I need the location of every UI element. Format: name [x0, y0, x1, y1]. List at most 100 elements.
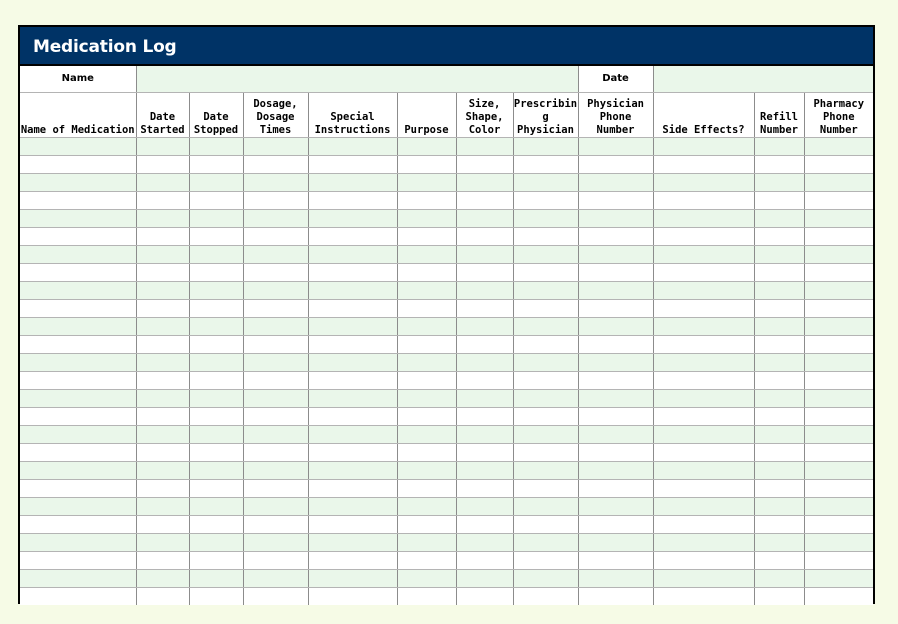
cell-refill-number[interactable] — [754, 497, 805, 516]
cell-name-of-medication[interactable] — [20, 389, 137, 408]
cell-refill-number[interactable] — [754, 479, 805, 498]
cell-size-shape-color[interactable] — [456, 137, 514, 156]
cell-special-instructions[interactable] — [308, 281, 398, 300]
cell-physician-phone[interactable] — [578, 515, 654, 534]
cell-dosage-times[interactable] — [243, 515, 309, 534]
cell-side-effects[interactable] — [653, 479, 755, 498]
cell-date-started[interactable] — [136, 587, 190, 605]
cell-name-of-medication[interactable] — [20, 461, 137, 480]
cell-purpose[interactable] — [397, 281, 457, 300]
cell-name-of-medication[interactable] — [20, 245, 137, 264]
cell-physician-phone[interactable] — [578, 317, 654, 336]
cell-purpose[interactable] — [397, 353, 457, 372]
cell-side-effects[interactable] — [653, 245, 755, 264]
cell-prescribing-physician[interactable] — [513, 155, 579, 174]
cell-special-instructions[interactable] — [308, 137, 398, 156]
cell-prescribing-physician[interactable] — [513, 443, 579, 462]
cell-name-of-medication[interactable] — [20, 551, 137, 570]
cell-date-started[interactable] — [136, 443, 190, 462]
cell-pharmacy-phone[interactable] — [804, 425, 874, 444]
cell-side-effects[interactable] — [653, 191, 755, 210]
cell-size-shape-color[interactable] — [456, 551, 514, 570]
cell-special-instructions[interactable] — [308, 353, 398, 372]
cell-purpose[interactable] — [397, 569, 457, 588]
cell-pharmacy-phone[interactable] — [804, 209, 874, 228]
cell-name-of-medication[interactable] — [20, 173, 137, 192]
cell-prescribing-physician[interactable] — [513, 389, 579, 408]
cell-prescribing-physician[interactable] — [513, 317, 579, 336]
cell-refill-number[interactable] — [754, 551, 805, 570]
cell-special-instructions[interactable] — [308, 407, 398, 426]
cell-physician-phone[interactable] — [578, 479, 654, 498]
cell-date-started[interactable] — [136, 299, 190, 318]
cell-prescribing-physician[interactable] — [513, 461, 579, 480]
cell-size-shape-color[interactable] — [456, 155, 514, 174]
cell-physician-phone[interactable] — [578, 533, 654, 552]
cell-physician-phone[interactable] — [578, 461, 654, 480]
cell-purpose[interactable] — [397, 245, 457, 264]
cell-side-effects[interactable] — [653, 335, 755, 354]
cell-name-of-medication[interactable] — [20, 515, 137, 534]
cell-side-effects[interactable] — [653, 425, 755, 444]
cell-purpose[interactable] — [397, 155, 457, 174]
cell-purpose[interactable] — [397, 497, 457, 516]
cell-prescribing-physician[interactable] — [513, 497, 579, 516]
cell-pharmacy-phone[interactable] — [804, 371, 874, 390]
cell-date-started[interactable] — [136, 479, 190, 498]
cell-size-shape-color[interactable] — [456, 425, 514, 444]
cell-prescribing-physician[interactable] — [513, 335, 579, 354]
cell-pharmacy-phone[interactable] — [804, 407, 874, 426]
cell-name-of-medication[interactable] — [20, 497, 137, 516]
cell-side-effects[interactable] — [653, 137, 755, 156]
cell-physician-phone[interactable] — [578, 209, 654, 228]
cell-pharmacy-phone[interactable] — [804, 587, 874, 605]
cell-special-instructions[interactable] — [308, 245, 398, 264]
cell-pharmacy-phone[interactable] — [804, 335, 874, 354]
cell-size-shape-color[interactable] — [456, 191, 514, 210]
cell-size-shape-color[interactable] — [456, 389, 514, 408]
cell-dosage-times[interactable] — [243, 281, 309, 300]
cell-name-of-medication[interactable] — [20, 317, 137, 336]
cell-dosage-times[interactable] — [243, 299, 309, 318]
cell-prescribing-physician[interactable] — [513, 227, 579, 246]
cell-refill-number[interactable] — [754, 137, 805, 156]
cell-prescribing-physician[interactable] — [513, 569, 579, 588]
cell-side-effects[interactable] — [653, 443, 755, 462]
cell-date-started[interactable] — [136, 227, 190, 246]
cell-purpose[interactable] — [397, 443, 457, 462]
cell-date-stopped[interactable] — [189, 515, 244, 534]
cell-refill-number[interactable] — [754, 569, 805, 588]
cell-side-effects[interactable] — [653, 389, 755, 408]
cell-physician-phone[interactable] — [578, 191, 654, 210]
cell-special-instructions[interactable] — [308, 335, 398, 354]
cell-refill-number[interactable] — [754, 389, 805, 408]
cell-special-instructions[interactable] — [308, 479, 398, 498]
cell-date-stopped[interactable] — [189, 443, 244, 462]
cell-dosage-times[interactable] — [243, 497, 309, 516]
cell-date-started[interactable] — [136, 407, 190, 426]
cell-refill-number[interactable] — [754, 335, 805, 354]
cell-date-stopped[interactable] — [189, 173, 244, 192]
cell-physician-phone[interactable] — [578, 371, 654, 390]
cell-purpose[interactable] — [397, 515, 457, 534]
cell-refill-number[interactable] — [754, 425, 805, 444]
cell-refill-number[interactable] — [754, 533, 805, 552]
cell-refill-number[interactable] — [754, 317, 805, 336]
name-field[interactable] — [136, 66, 579, 93]
cell-date-started[interactable] — [136, 173, 190, 192]
cell-prescribing-physician[interactable] — [513, 425, 579, 444]
cell-physician-phone[interactable] — [578, 353, 654, 372]
cell-date-stopped[interactable] — [189, 227, 244, 246]
cell-special-instructions[interactable] — [308, 425, 398, 444]
cell-prescribing-physician[interactable] — [513, 515, 579, 534]
cell-physician-phone[interactable] — [578, 551, 654, 570]
cell-dosage-times[interactable] — [243, 443, 309, 462]
cell-size-shape-color[interactable] — [456, 227, 514, 246]
cell-size-shape-color[interactable] — [456, 263, 514, 282]
cell-pharmacy-phone[interactable] — [804, 515, 874, 534]
cell-side-effects[interactable] — [653, 533, 755, 552]
cell-size-shape-color[interactable] — [456, 335, 514, 354]
cell-physician-phone[interactable] — [578, 443, 654, 462]
cell-date-stopped[interactable] — [189, 137, 244, 156]
cell-physician-phone[interactable] — [578, 497, 654, 516]
